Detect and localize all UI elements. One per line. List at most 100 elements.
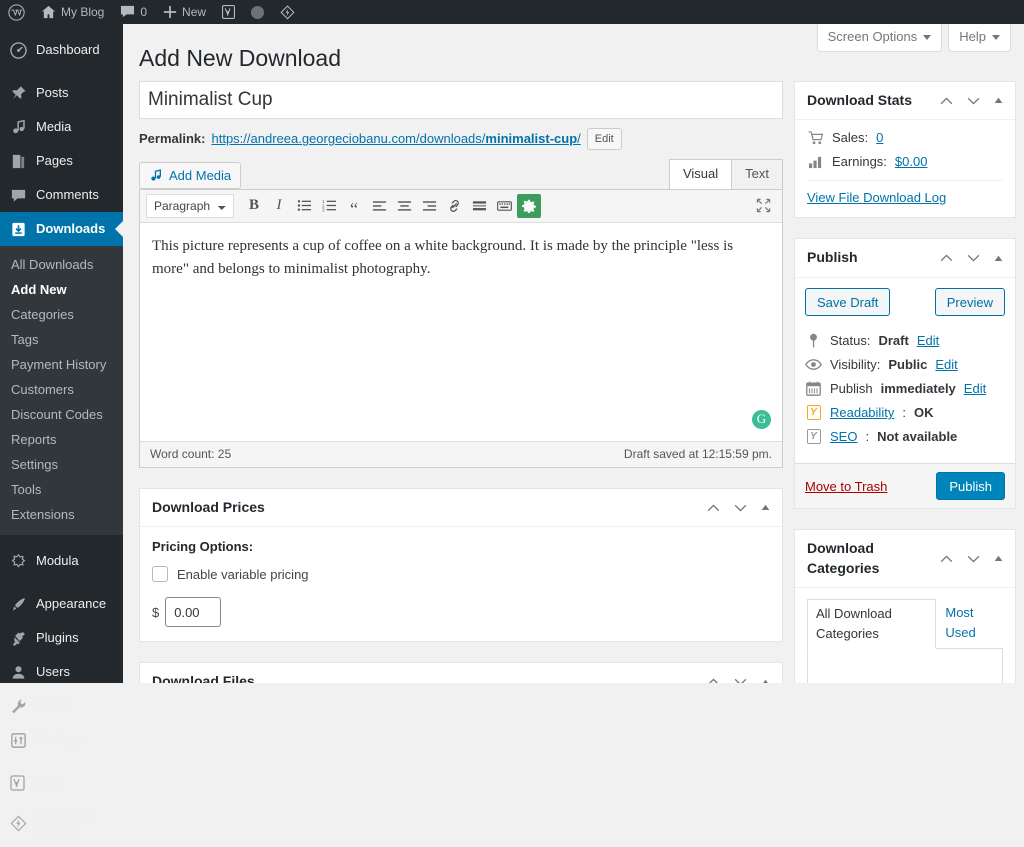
sidebar-item-posts[interactable]: Posts [0, 76, 123, 110]
seo-link[interactable]: SEO [830, 429, 857, 444]
toggle-panel-icon[interactable] [761, 504, 770, 511]
appearance-brush-icon [9, 595, 27, 613]
move-down-icon[interactable] [967, 555, 980, 563]
toggle-panel-icon[interactable] [994, 255, 1003, 262]
numbered-list-icon[interactable]: 123 [317, 194, 341, 218]
toggle-panel-icon[interactable] [994, 97, 1003, 104]
edit-slug-button[interactable]: Edit [587, 128, 622, 150]
screen-options-button[interactable]: Screen Options [817, 24, 943, 52]
download-categories-panel: Download Categories All Download Categor… [794, 529, 1016, 683]
sidebar-item-seo[interactable]: SEO [0, 766, 123, 800]
sales-value[interactable]: 0 [876, 130, 883, 145]
insert-link-icon[interactable] [442, 194, 466, 218]
submenu-item-payment-history[interactable]: Payment History [0, 352, 123, 377]
submenu-item-add-new[interactable]: Add New [0, 277, 123, 302]
bulleted-list-icon[interactable] [292, 194, 316, 218]
move-up-icon[interactable] [707, 678, 720, 683]
earnings-value[interactable]: $0.00 [895, 154, 928, 169]
help-button[interactable]: Help [948, 24, 1011, 52]
move-up-icon[interactable] [940, 97, 953, 105]
blockquote-icon[interactable]: “ [342, 194, 366, 218]
sidebar-item-media[interactable]: Media [0, 110, 123, 144]
editor-top-row: Add Media Visual Text [139, 159, 783, 189]
chevron-down-icon [923, 35, 931, 40]
permalink-link[interactable]: https://andreea.georgeciobanu.com/downlo… [211, 131, 580, 146]
post-body-content: Permalink: https://andreea.georgeciobanu… [139, 81, 783, 683]
submenu-item-discount-codes[interactable]: Discount Codes [0, 402, 123, 427]
submenu-item-tools[interactable]: Tools [0, 477, 123, 502]
align-center-icon[interactable] [392, 194, 416, 218]
submenu-item-extensions[interactable]: Extensions [0, 502, 123, 527]
save-draft-button[interactable]: Save Draft [805, 288, 890, 316]
litespeed-menu[interactable] [272, 0, 303, 24]
move-to-trash-link[interactable]: Move to Trash [805, 479, 887, 494]
submenu-item-settings[interactable]: Settings [0, 452, 123, 477]
tab-most-used[interactable]: Most Used [936, 598, 1003, 648]
submenu-item-tags[interactable]: Tags [0, 327, 123, 352]
wordpress-logo-menu[interactable] [0, 0, 33, 24]
user-account-menu[interactable] [243, 0, 272, 24]
view-file-download-log-link[interactable]: View File Download Log [807, 190, 946, 205]
move-up-icon[interactable] [940, 254, 953, 262]
move-down-icon[interactable] [967, 254, 980, 262]
submenu-item-customers[interactable]: Customers [0, 377, 123, 402]
category-checklist[interactable] [807, 649, 1003, 683]
bold-icon[interactable]: B [242, 194, 266, 218]
edd-shortcode-gear-icon[interactable] [517, 194, 541, 218]
keyboard-shortcuts-icon[interactable] [492, 194, 516, 218]
yoast-menu[interactable] [214, 0, 243, 24]
sidebar-item-plugins[interactable]: Plugins [0, 621, 123, 655]
enable-variable-pricing-checkbox[interactable] [152, 566, 168, 582]
move-down-icon[interactable] [734, 678, 747, 683]
edit-visibility-link[interactable]: Edit [935, 357, 957, 372]
tab-visual[interactable]: Visual [669, 159, 732, 189]
submenu-item-all-downloads[interactable]: All Downloads [0, 252, 123, 277]
visibility-value: Public [888, 357, 927, 372]
site-name-menu[interactable]: My Blog [33, 0, 112, 24]
align-right-icon[interactable] [417, 194, 441, 218]
sidebar-item-downloads[interactable]: Downloads [0, 212, 123, 246]
align-left-icon[interactable] [367, 194, 391, 218]
sidebar-item-appearance[interactable]: Appearance [0, 587, 123, 621]
grammarly-badge-icon[interactable]: G [752, 410, 771, 429]
paragraph-format-select[interactable]: Paragraph [146, 194, 234, 218]
read-more-icon[interactable] [467, 194, 491, 218]
sidebar-item-label: Downloads [36, 221, 105, 237]
move-up-icon[interactable] [940, 555, 953, 563]
new-content-menu[interactable]: New [155, 0, 214, 24]
sidebar-item-dashboard[interactable]: Dashboard [0, 33, 123, 67]
post-title-input[interactable] [139, 81, 783, 119]
variable-pricing-row[interactable]: Enable variable pricing [152, 566, 770, 582]
submenu-item-reports[interactable]: Reports [0, 427, 123, 452]
toggle-panel-icon[interactable] [761, 679, 770, 683]
tab-text[interactable]: Text [731, 159, 783, 189]
sidebar-item-comments[interactable]: Comments [0, 178, 123, 212]
sidebar-item-tools[interactable]: Tools [0, 689, 123, 723]
publish-button[interactable]: Publish [936, 472, 1005, 500]
preview-button[interactable]: Preview [935, 288, 1005, 316]
screen-options-label: Screen Options [828, 28, 918, 46]
italic-icon[interactable]: I [267, 194, 291, 218]
edit-status-link[interactable]: Edit [917, 333, 939, 348]
seo-separator: : [865, 429, 869, 444]
editor-content-area[interactable]: This picture represents a cup of coffee … [140, 223, 782, 441]
price-input[interactable] [165, 597, 221, 627]
move-up-icon[interactable] [707, 504, 720, 512]
sidebar-item-label: Tools [36, 698, 66, 714]
sidebar-item-modula[interactable]: Modula [0, 544, 123, 578]
toggle-panel-icon[interactable] [994, 555, 1003, 562]
add-media-button[interactable]: Add Media [139, 162, 241, 189]
comments-menu[interactable]: 0 [112, 0, 155, 24]
sidebar-item-litespeed-cache[interactable]: LiteSpeed Cache [0, 800, 123, 847]
sidebar-item-pages[interactable]: Pages [0, 144, 123, 178]
move-down-icon[interactable] [967, 97, 980, 105]
admin-sidebar-menu: Dashboard Posts Media Pages Comments Dow… [0, 24, 123, 683]
sidebar-item-settings[interactable]: Settings [0, 723, 123, 757]
edit-publish-date-link[interactable]: Edit [964, 381, 986, 396]
move-down-icon[interactable] [734, 504, 747, 512]
submenu-item-categories[interactable]: Categories [0, 302, 123, 327]
fullscreen-icon[interactable] [751, 194, 775, 218]
tab-all-download-categories[interactable]: All Download Categories [807, 599, 936, 649]
readability-link[interactable]: Readability [830, 405, 894, 420]
sidebar-item-users[interactable]: Users [0, 655, 123, 689]
